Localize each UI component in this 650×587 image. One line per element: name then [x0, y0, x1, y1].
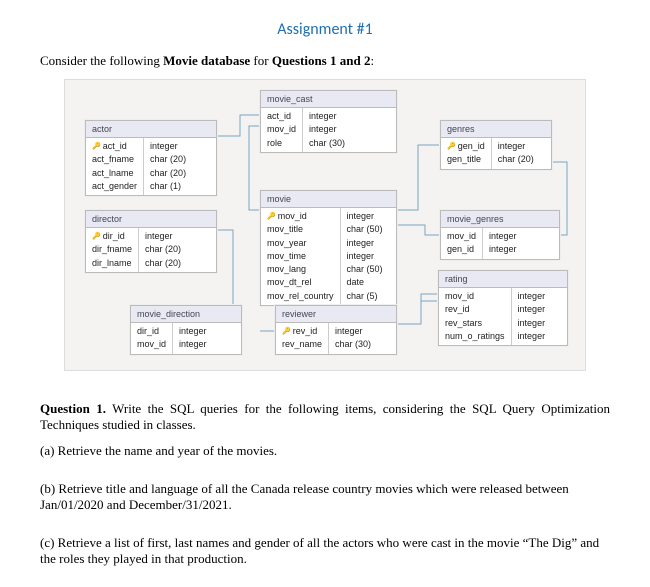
col-type: integer — [173, 338, 213, 351]
page-title: Assignment #1 — [40, 20, 610, 39]
intro-text: Consider the following Movie database fo… — [40, 53, 610, 69]
table-title: actor — [86, 121, 216, 138]
col-type: integer — [341, 250, 389, 263]
intro-bold-2: Questions 1 and 2 — [272, 53, 371, 68]
er-diagram: actor act_id act_fname act_lname act_gen… — [64, 79, 586, 371]
col-type: integer — [492, 140, 540, 153]
col-type: date — [341, 276, 389, 289]
col-type: integer — [139, 230, 187, 243]
col-type: char (20) — [492, 153, 540, 166]
table-movie: movie mov_id mov_title mov_year mov_time… — [260, 190, 397, 306]
table-title: movie_genres — [441, 211, 559, 228]
question-1c: (c) Retrieve a list of first, last names… — [40, 535, 610, 567]
col-type: integer — [144, 140, 192, 153]
col-name: rev_stars — [439, 317, 511, 330]
col-type: integer — [512, 330, 552, 343]
col-name: gen_title — [441, 153, 491, 166]
col-name: dir_id — [86, 230, 138, 243]
col-name: rev_id — [439, 303, 511, 316]
col-name: mov_id — [439, 290, 511, 303]
col-type: char (20) — [144, 167, 192, 180]
col-type: integer — [303, 123, 351, 136]
col-name: mov_id — [261, 210, 340, 223]
table-title: reviewer — [276, 306, 396, 323]
col-type: integer — [512, 317, 552, 330]
table-title: movie — [261, 191, 396, 208]
table-actor: actor act_id act_fname act_lname act_gen… — [85, 120, 217, 196]
col-name: role — [261, 137, 302, 150]
col-name: mov_id — [261, 123, 302, 136]
col-type: char (30) — [329, 338, 377, 351]
col-type: char (20) — [144, 153, 192, 166]
col-name: mov_id — [441, 230, 482, 243]
col-name: act_fname — [86, 153, 143, 166]
table-movie-direction: movie_direction dir_id mov_id integer in… — [130, 305, 242, 355]
col-name: rev_name — [276, 338, 328, 351]
table-director: director dir_id dir_fname dir_lname inte… — [85, 210, 217, 273]
col-name: mov_dt_rel — [261, 276, 340, 289]
table-title: genres — [441, 121, 551, 138]
col-type: integer — [512, 303, 552, 316]
col-name: num_o_ratings — [439, 330, 511, 343]
table-title: rating — [439, 271, 567, 288]
table-movie-cast: movie_cast act_id mov_id role integer in… — [260, 90, 397, 153]
col-type: char (20) — [139, 243, 187, 256]
col-name: mov_lang — [261, 263, 340, 276]
table-title: director — [86, 211, 216, 228]
col-name: act_gender — [86, 180, 143, 193]
col-name: mov_id — [131, 338, 172, 351]
col-name: dir_lname — [86, 257, 138, 270]
table-movie-genres: movie_genres mov_id gen_id integer integ… — [440, 210, 560, 260]
table-genres: genres gen_id gen_title integer char (20… — [440, 120, 552, 170]
col-type: integer — [483, 230, 523, 243]
col-type: char (20) — [139, 257, 187, 270]
intro-suffix: : — [370, 53, 374, 68]
intro-mid: for — [250, 53, 272, 68]
col-type: integer — [341, 237, 389, 250]
col-type: integer — [483, 243, 523, 256]
col-name: mov_time — [261, 250, 340, 263]
col-name: act_id — [261, 110, 302, 123]
col-name: mov_year — [261, 237, 340, 250]
col-type: integer — [173, 325, 213, 338]
col-type: char (50) — [341, 223, 389, 236]
question-1b: (b) Retrieve title and language of all t… — [40, 481, 610, 513]
col-type: integer — [329, 325, 377, 338]
question-1-label: Question 1. — [40, 401, 106, 416]
col-type: integer — [303, 110, 351, 123]
table-title: movie_direction — [131, 306, 241, 323]
col-type: integer — [341, 210, 389, 223]
table-reviewer: reviewer rev_id rev_name integer char (3… — [275, 305, 397, 355]
intro-prefix: Consider the following — [40, 53, 163, 68]
col-name: act_id — [86, 140, 143, 153]
col-type: char (50) — [341, 263, 389, 276]
col-name: rev_id — [276, 325, 328, 338]
col-name: gen_id — [441, 243, 482, 256]
intro-bold-1: Movie database — [163, 53, 250, 68]
question-1: Question 1. Write the SQL queries for th… — [40, 401, 610, 433]
col-name: mov_rel_country — [261, 290, 340, 303]
col-type: char (1) — [144, 180, 192, 193]
col-type: integer — [512, 290, 552, 303]
col-name: dir_id — [131, 325, 172, 338]
col-name: gen_id — [441, 140, 491, 153]
table-title: movie_cast — [261, 91, 396, 108]
col-name: mov_title — [261, 223, 340, 236]
col-name: act_lname — [86, 167, 143, 180]
col-type: char (5) — [341, 290, 389, 303]
col-type: char (30) — [303, 137, 351, 150]
table-rating: rating mov_id rev_id rev_stars num_o_rat… — [438, 270, 568, 346]
col-name: dir_fname — [86, 243, 138, 256]
question-1a: (a) Retrieve the name and year of the mo… — [40, 443, 610, 459]
question-1-text: Write the SQL queries for the following … — [40, 401, 610, 432]
